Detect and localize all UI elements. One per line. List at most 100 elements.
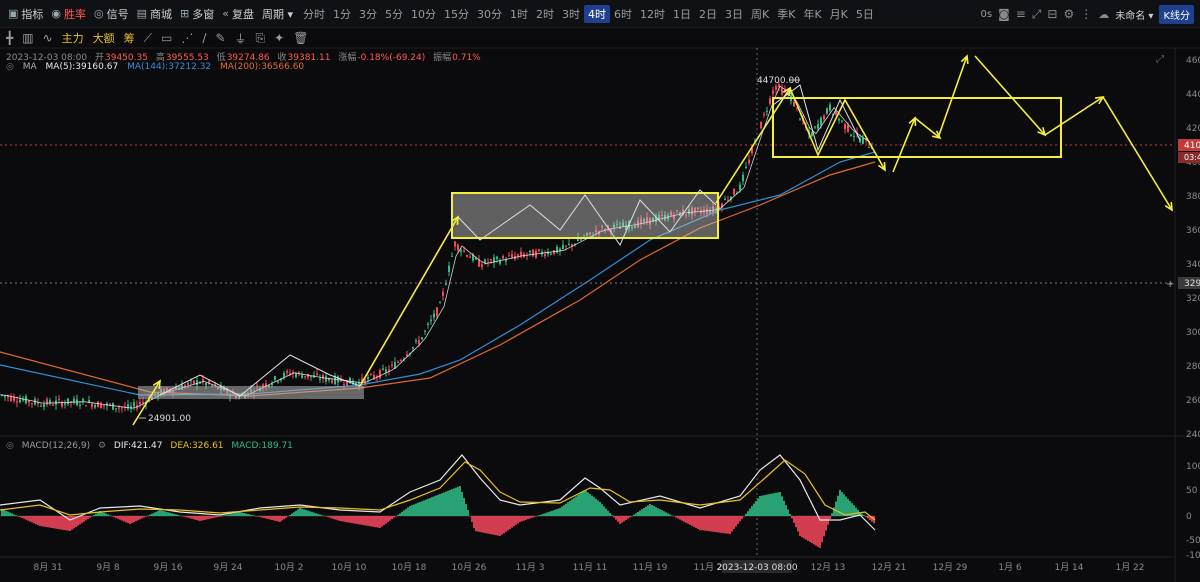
macd-histogram-bar — [29, 516, 31, 522]
macd-histogram-bar — [731, 516, 733, 532]
candle-body — [64, 403, 66, 405]
macd-histogram-bar — [535, 516, 537, 517]
macd-histogram-bar — [673, 516, 675, 517]
price-axis-label: 420 — [1186, 124, 1200, 134]
macd-histogram-bar — [239, 512, 241, 516]
macd-histogram-bar — [329, 516, 331, 518]
macd-histogram-bar — [609, 513, 611, 516]
macd-histogram-bar — [131, 516, 133, 524]
macd-histogram-bar — [701, 516, 703, 531]
time-axis-label: 1月 6 — [998, 562, 1022, 573]
macd-histogram-bar — [641, 509, 643, 516]
candle-body — [532, 249, 534, 257]
macd-histogram-bar — [847, 498, 849, 516]
candle-body — [499, 261, 501, 264]
macd-histogram-bar — [111, 516, 113, 517]
candle-body — [412, 347, 414, 349]
macd-histogram-bar — [741, 516, 743, 519]
candle-body — [58, 398, 60, 400]
macd-histogram-bar — [189, 516, 191, 519]
macd-histogram-bar — [737, 516, 739, 524]
macd-histogram-bar — [665, 512, 667, 516]
macd-histogram-bar — [685, 516, 687, 523]
macd-histogram-bar — [91, 516, 93, 517]
macd-histogram-bar — [807, 516, 809, 541]
macd-histogram-bar — [599, 502, 601, 516]
macd-histogram-bar — [171, 513, 173, 516]
macd-histogram-bar — [775, 492, 777, 516]
macd-histogram-bar — [331, 516, 333, 519]
candle-body — [466, 255, 468, 257]
maximize-chart-icon[interactable]: ⤢ — [1156, 54, 1164, 65]
macd-histogram-bar — [541, 514, 543, 516]
macd-histogram-bar — [399, 513, 401, 516]
price-chart[interactable]: 4604404204104003803603403293203002802602… — [0, 0, 1200, 582]
macd-histogram-bar — [195, 516, 197, 520]
macd-histogram-bar — [649, 504, 651, 516]
macd-toggle-icon[interactable]: ◎ — [6, 441, 14, 451]
candle-body — [103, 405, 105, 407]
macd-histogram-bar — [417, 502, 419, 516]
macd-axis-label: -50 — [1186, 536, 1200, 546]
candle-body — [724, 198, 726, 200]
macd-histogram-bar — [819, 516, 821, 548]
macd-histogram-bar — [93, 515, 95, 516]
macd-histogram-bar — [511, 516, 513, 528]
macd-histogram-bar — [183, 516, 185, 517]
macd-histogram-bar — [267, 516, 269, 519]
current-price-tag-text: 410 — [1184, 141, 1200, 151]
macd-histogram-bar — [107, 514, 109, 516]
candle-body — [187, 382, 189, 385]
macd-histogram-bar — [23, 516, 25, 519]
macd-histogram-bar — [263, 516, 265, 518]
macd-histogram-bar — [583, 490, 585, 516]
macd-histogram-bar — [273, 516, 275, 521]
macd-histogram-bar — [259, 516, 261, 517]
macd-histogram-bar — [521, 516, 523, 522]
macd-histogram-bar — [795, 516, 797, 528]
macd-histogram-bar — [571, 499, 573, 516]
macd-histogram-bar — [515, 516, 517, 525]
candle-body — [40, 405, 42, 407]
macd-histogram-bar — [353, 516, 355, 524]
ma144-line — [0, 151, 876, 396]
candle-body — [331, 380, 333, 383]
macd-histogram-bar — [249, 514, 251, 516]
macd-histogram-bar — [371, 516, 373, 527]
macd-histogram-bar — [287, 516, 289, 517]
macd-histogram-bar — [517, 516, 519, 524]
macd-histogram-bar — [17, 516, 19, 517]
macd-histogram-bar — [121, 516, 123, 521]
macd-histogram-bar — [223, 515, 225, 517]
macd-settings-icon[interactable]: ⚙ — [98, 441, 106, 451]
macd-histogram-bar — [545, 512, 547, 516]
candle-body — [118, 407, 120, 409]
macd-histogram-bar — [559, 508, 561, 516]
macd-histogram-bar — [173, 513, 175, 516]
macd-histogram-bar — [647, 505, 649, 516]
macd-histogram-bar — [507, 516, 509, 531]
candle-body — [502, 256, 504, 259]
candle-body — [277, 381, 279, 383]
macd-label[interactable]: MACD(12,26,9) — [22, 441, 90, 451]
macd-histogram-bar — [713, 516, 715, 532]
macd-histogram-bar — [349, 516, 351, 523]
high-price-annotation: 44700.00 — [757, 76, 800, 86]
candle-body — [460, 250, 462, 252]
macd-histogram-bar — [339, 516, 341, 521]
macd-histogram-bar — [677, 516, 679, 519]
macd-histogram-bar — [577, 495, 579, 516]
candle-body — [433, 313, 435, 318]
crosshair-time-tag-text: 2023-12-03 08:00 — [716, 563, 797, 573]
add-alert-icon[interactable]: + — [1166, 279, 1174, 290]
macd-histogram-bar — [709, 516, 711, 532]
macd-histogram-bar — [167, 512, 169, 516]
macd-histogram-bar — [387, 516, 389, 523]
macd-histogram-bar — [643, 508, 645, 516]
macd-histogram-bar — [693, 516, 695, 527]
candle-body — [568, 243, 570, 245]
macd-histogram-bar — [217, 516, 219, 517]
candle-body — [520, 251, 522, 257]
price-axis-label: 360 — [1186, 226, 1200, 236]
macd-histogram-bar — [197, 516, 199, 521]
